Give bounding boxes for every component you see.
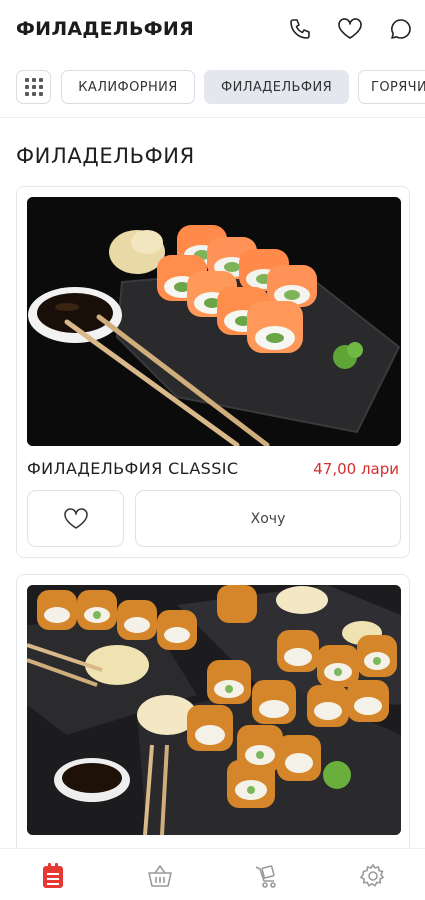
top-app-bar: ФИЛАДЕЛЬФИЯ — [0, 0, 425, 60]
category-chip-philadelphia[interactable]: ФИЛАДЕЛЬФИЯ — [204, 70, 349, 104]
heart-icon[interactable] — [337, 16, 363, 42]
product-name: ФИЛАДЕЛЬФИЯ CLASSIC — [27, 459, 239, 478]
grid-icon — [24, 78, 43, 96]
product-card[interactable] — [16, 574, 410, 864]
product-image[interactable] — [27, 197, 401, 446]
nav-menu[interactable] — [38, 861, 68, 891]
category-chip-hot[interactable]: ГОРЯЧИ — [358, 70, 425, 104]
bottom-navigation — [0, 848, 425, 900]
product-card[interactable]: ФИЛАДЕЛЬФИЯ CLASSIC 47,00 лари Хочу — [16, 186, 410, 558]
nav-settings[interactable] — [358, 861, 388, 891]
divider — [0, 117, 425, 118]
chat-icon[interactable] — [388, 16, 414, 42]
menu-icon — [43, 863, 63, 888]
heart-icon — [63, 507, 88, 529]
section-title: ФИЛАДЕЛЬФИЯ — [16, 144, 195, 168]
category-bar: КАЛИФОРНИЯ ФИЛАДЕЛЬФИЯ ГОРЯЧИ — [0, 68, 425, 106]
product-image[interactable] — [27, 585, 401, 835]
nav-delivery[interactable] — [251, 861, 281, 891]
page-title: ФИЛАДЕЛЬФИЯ — [16, 18, 195, 40]
product-price: 47,00 лари — [313, 460, 399, 478]
category-chip-california[interactable]: КАЛИФОРНИЯ — [61, 70, 195, 104]
phone-icon[interactable] — [287, 16, 313, 42]
all-categories-button[interactable] — [16, 70, 51, 104]
settings-icon — [360, 863, 385, 887]
add-to-favorites-button[interactable] — [27, 490, 124, 547]
basket-icon — [148, 865, 172, 887]
nav-basket[interactable] — [145, 861, 175, 891]
delivery-cart-icon — [255, 865, 276, 888]
want-button[interactable]: Хочу — [135, 490, 401, 547]
